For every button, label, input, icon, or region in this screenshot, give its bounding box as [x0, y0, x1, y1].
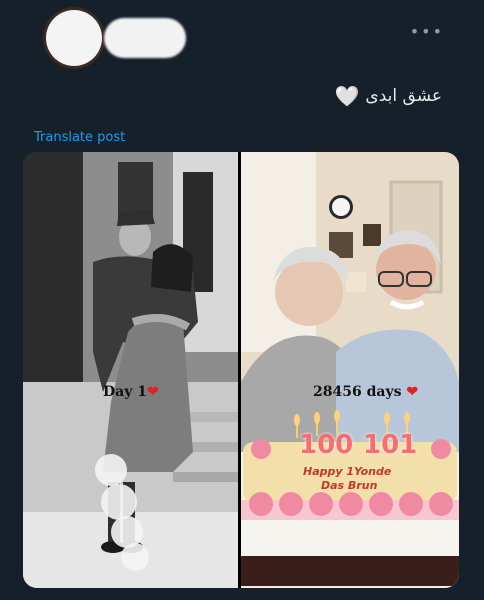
elderly-couple-photo[interactable]: 28456 days ❤ 100 101 Happy 1Yonde Das Br…	[241, 152, 459, 588]
red-heart-icon-2: ❤	[406, 384, 419, 400]
translate-post-link[interactable]: Translate post	[34, 130, 125, 145]
day-1-caption: Day 1❤	[103, 384, 159, 400]
red-heart-icon: ❤	[146, 384, 159, 400]
vintage-couple-photo[interactable]: Day 1❤	[23, 152, 238, 588]
elderly-photo-illustration	[241, 152, 459, 588]
post-media[interactable]: Day 1❤ 28456 days ❤ 100 101 Happy 1Yonde…	[23, 152, 459, 588]
white-heart-icon: 🤍	[334, 84, 360, 108]
more-options-button[interactable]: •••	[410, 22, 444, 41]
post-text-body: عشق ابدی	[365, 86, 442, 106]
vintage-photo-illustration	[23, 152, 238, 588]
days-caption: 28456 days ❤	[313, 384, 418, 400]
post-text: عشق ابدی 🤍	[335, 84, 442, 108]
candle-number-101: 101	[363, 430, 418, 460]
avatar[interactable]	[46, 10, 102, 66]
cake-writing-line1: Happy 1Yonde	[303, 465, 392, 478]
username-redacted[interactable]	[104, 18, 186, 58]
day-1-text: Day 1	[103, 384, 147, 400]
days-text: 28456 days	[313, 384, 402, 400]
candle-number-100: 100	[299, 430, 354, 460]
cake-writing-line2: Das Brun	[321, 479, 378, 492]
